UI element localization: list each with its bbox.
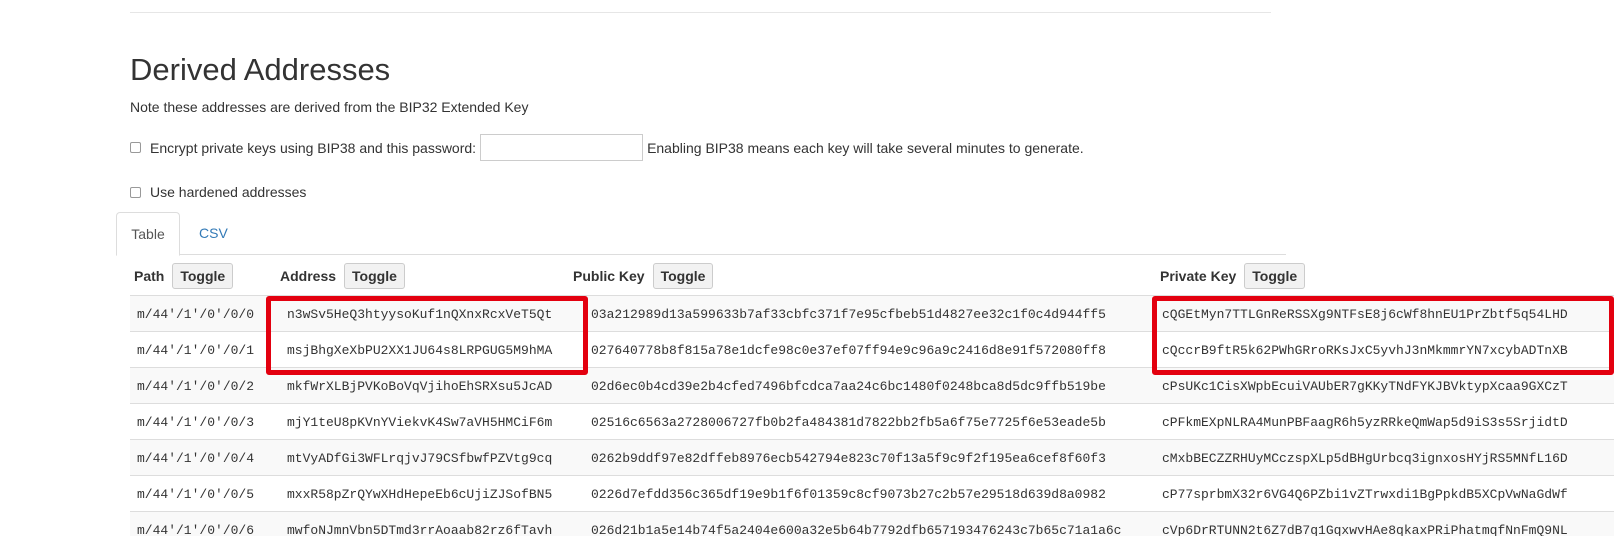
address-cell: mkfWrXLBjPVKoBoVqVjihoEhSRXsu5JcAD (287, 379, 553, 394)
column-header-public-key: Public Key Toggle (573, 263, 714, 289)
public-key-cell: 0226d7efdd356c365df19e9b1f6f01359c8cf907… (591, 487, 1106, 502)
public-key-cell: 027640778b8f815a78e1dcfe98c0e37ef07ff94e… (591, 343, 1106, 358)
path-cell: m/44'/1'/0'/0/0 (137, 307, 255, 322)
table-row: m/44'/1'/0'/0/3 mjY1teU8pKVnYViekvK4Sw7aV… (130, 403, 1614, 440)
private-key-cell: cPsUKc1CisXWpbEcuiVAUbER7gKKyTNdFYKJBVkt… (1162, 379, 1568, 394)
private-key-cell: cQGEtMyn7TTLGnReRSSXg9NTFsE8j6cWf8hnEU1P… (1162, 307, 1568, 322)
path-cell: m/44'/1'/0'/0/3 (137, 415, 255, 430)
public-key-cell: 0262b9ddf97e82dffeb8976ecb542794e823c70f… (591, 451, 1106, 466)
table-row: m/44'/1'/0'/0/0 n3wSv5HeQ3htyysoKuf1nQXnx… (130, 295, 1614, 332)
hardened-option: Use hardened addresses (130, 184, 306, 200)
address-cell: mwfoNJmnVbn5DTmd3rrAoaab82rz6fTavh (287, 523, 553, 536)
bip38-checkbox[interactable] (130, 142, 141, 153)
private-key-cell: cPFkmEXpNLRA4MunPBFaagR6h5yzRRkeQmWap5d9… (1162, 415, 1568, 430)
table-row: m/44'/1'/0'/0/6 mwfoNJmnVbn5DTmd3rrAoaab8… (130, 511, 1614, 536)
column-header-address: Address Toggle (280, 263, 405, 289)
table-row: m/44'/1'/0'/0/2 mkfWrXLBjPVKoBoVqVjihoEhS… (130, 367, 1614, 404)
table-row: m/44'/1'/0'/0/1 msjBhgXeXbPU2XX1JU64s8LRP… (130, 331, 1614, 368)
public-key-cell: 02d6ec0b4cd39e2b4cfed7496bfcdca7aa24c6bc… (591, 379, 1106, 394)
hardened-label: Use hardened addresses (150, 184, 307, 200)
path-cell: m/44'/1'/0'/0/6 (137, 523, 255, 536)
path-cell: m/44'/1'/0'/0/5 (137, 487, 255, 502)
path-cell: m/44'/1'/0'/0/2 (137, 379, 255, 394)
address-cell: mjY1teU8pKVnYViekvK4Sw7aVH5HMCiF6m (287, 415, 553, 430)
column-header-private-key: Private Key Toggle (1160, 263, 1306, 289)
private-key-cell: cMxbBECZZRHUyMCczspXLp5dBHgUrbcq3ignxosH… (1162, 451, 1568, 466)
address-cell: msjBhgXeXbPU2XX1JU64s8LRPGUG5M9hMA (287, 343, 553, 358)
private-key-cell: cQccrB9ftR5k62PWhGRroRKsJxC5yvhJ3nMkmmrY… (1162, 343, 1568, 358)
table-row: m/44'/1'/0'/0/4 mtVyADfGi3WFLrqjvJ79CSfbw… (130, 439, 1614, 476)
top-divider (130, 12, 1271, 13)
toggle-private-key-button[interactable]: Toggle (1244, 263, 1306, 289)
path-cell: m/44'/1'/0'/0/4 (137, 451, 255, 466)
section-title: Derived Addresses (130, 52, 391, 87)
toggle-address-button[interactable]: Toggle (344, 263, 405, 289)
address-cell: mtVyADfGi3WFLrqjvJ79CSfbwfPZVtg9cq (287, 451, 553, 466)
tab-csv[interactable]: CSV (184, 212, 243, 255)
bip38-hint: Enabling BIP38 means each key will take … (647, 139, 1084, 156)
table-header: Path Toggle Address Toggle Public Key To… (130, 255, 1614, 295)
private-key-cell: cP77sprbmX32r6VG4Q6PZbi1vZTrwxdi1BgPpkdB… (1162, 487, 1568, 502)
column-header-path: Path Toggle (134, 263, 234, 289)
toggle-path-button[interactable]: Toggle (172, 263, 234, 289)
public-key-cell: 02516c6563a2728006727fb0b2fa484381d7822b… (591, 415, 1106, 430)
public-key-cell: 026d21b1a5e14b74f5a2404e600a32e5b64b7792… (591, 523, 1122, 536)
public-key-cell: 03a212989d13a599633b7af33cbfc371f7e95cfb… (591, 307, 1106, 322)
hardened-checkbox[interactable] (130, 186, 141, 198)
output-tabs: Table CSV (116, 212, 1286, 256)
toggle-public-key-button[interactable]: Toggle (652, 263, 714, 289)
bip38-password-input[interactable] (480, 134, 644, 161)
path-cell: m/44'/1'/0'/0/1 (137, 343, 255, 358)
table-row: m/44'/1'/0'/0/5 mxxR58pZrQYwXHdHepeEb6cUj… (130, 475, 1614, 512)
section-note: Note these addresses are derived from th… (130, 99, 529, 115)
bip38-label: Encrypt private keys using BIP38 and thi… (150, 139, 477, 156)
tab-table[interactable]: Table (116, 212, 180, 256)
address-cell: mxxR58pZrQYwXHdHepeEb6cUjiZJSofBN5 (287, 487, 553, 502)
private-key-cell: cVp6DrRTUNN2t6Z7dB7q1GqxwvHAe8qkaxPRiPha… (1162, 523, 1568, 536)
bip38-option: Encrypt private keys using BIP38 and thi… (130, 134, 1084, 161)
address-cell: n3wSv5HeQ3htyysoKuf1nQXnxRcxVeT5Qt (287, 307, 553, 322)
